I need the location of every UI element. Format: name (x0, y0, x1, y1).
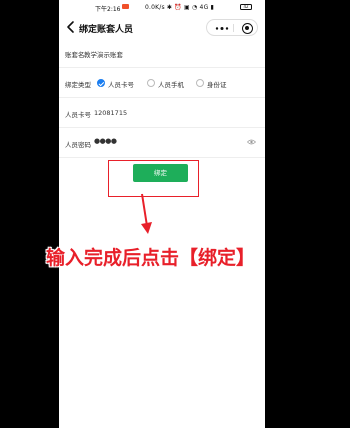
card-number-row[interactable]: 人员卡号 12081715 (59, 98, 265, 128)
account-set-label: 账套名 (65, 51, 85, 59)
phone-screen: 下午2:16 0.0K/s ✱ ⏰ ▣ ◔ 4G ▮ 42 绑定账套人员 账套名… (59, 0, 265, 428)
status-bar: 下午2:16 0.0K/s ✱ ⏰ ▣ ◔ 4G ▮ 42 (59, 0, 265, 14)
account-set-row: 账套名 教学演示账套 (59, 38, 265, 68)
battery-icon: 42 (240, 4, 252, 10)
capsule-divider (233, 24, 234, 32)
status-time: 下午2:16 (95, 6, 121, 13)
password-row[interactable]: 人员密码 ●●●● (59, 128, 265, 158)
password-label: 人员密码 (65, 141, 91, 149)
mini-program-capsule (206, 19, 258, 36)
radio-checked-icon (97, 79, 105, 87)
arrow-down-icon (141, 193, 152, 234)
status-indicators: 0.0K/s ✱ ⏰ ▣ ◔ 4G ▮ (145, 4, 215, 11)
back-arrow-icon[interactable] (65, 20, 77, 34)
radio-label: 人员卡号 (108, 81, 134, 89)
more-dots-icon[interactable] (215, 27, 229, 30)
nav-bar: 绑定账套人员 (59, 14, 265, 40)
card-number-label: 人员卡号 (65, 111, 91, 119)
recording-icon (122, 4, 129, 9)
eye-icon[interactable] (247, 139, 256, 145)
radio-unchecked-icon (196, 79, 204, 87)
card-number-input[interactable]: 12081715 (94, 109, 127, 117)
page-title: 绑定账套人员 (79, 25, 134, 35)
password-input[interactable]: ●●●● (94, 137, 117, 145)
radio-label: 身份证 (207, 81, 227, 89)
account-set-value: 教学演示账套 (84, 51, 123, 59)
radio-label: 人员手机 (158, 81, 184, 89)
bind-type-label: 绑定类型 (65, 81, 91, 89)
close-target-icon[interactable] (242, 23, 253, 34)
bind-type-row: 绑定类型 人员卡号 人员手机 身份证 (59, 68, 265, 98)
radio-unchecked-icon (147, 79, 155, 87)
instruction-annotation: 输入完成后点击【绑定】 (46, 247, 256, 269)
